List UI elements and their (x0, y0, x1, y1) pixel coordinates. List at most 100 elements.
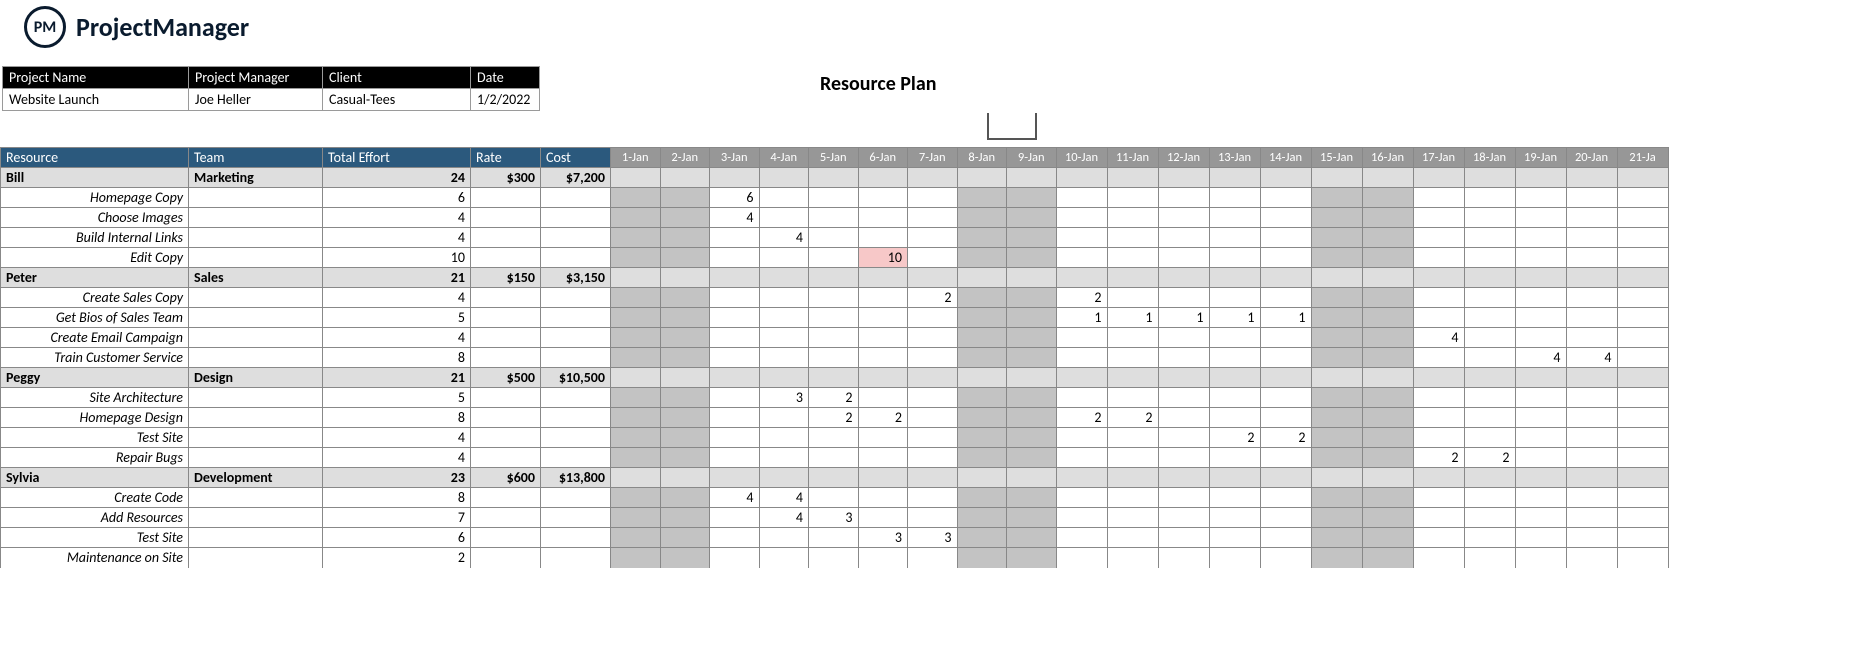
alloc-cell[interactable] (1515, 448, 1566, 468)
alloc-cell[interactable] (1413, 228, 1464, 248)
alloc-cell[interactable] (1056, 248, 1107, 268)
alloc-cell[interactable]: 1 (1107, 308, 1158, 328)
alloc-cell[interactable] (957, 388, 1007, 408)
alloc-cell[interactable] (1311, 468, 1362, 488)
alloc-cell[interactable] (858, 368, 908, 388)
alloc-cell[interactable] (1007, 268, 1057, 288)
alloc-cell[interactable] (858, 208, 908, 228)
alloc-cell[interactable] (908, 488, 958, 508)
alloc-cell[interactable] (1107, 328, 1158, 348)
alloc-cell[interactable] (858, 168, 908, 188)
task-name[interactable]: Create Email Campaign (1, 328, 189, 348)
alloc-cell[interactable] (611, 408, 661, 428)
alloc-cell[interactable] (759, 328, 809, 348)
alloc-cell[interactable] (1209, 468, 1260, 488)
alloc-cell[interactable] (1566, 428, 1617, 448)
alloc-cell[interactable] (957, 248, 1007, 268)
alloc-cell[interactable] (858, 488, 908, 508)
task-cost[interactable] (541, 328, 611, 348)
alloc-cell[interactable] (611, 268, 661, 288)
alloc-cell[interactable] (1413, 188, 1464, 208)
alloc-cell[interactable] (1311, 308, 1362, 328)
alloc-cell[interactable] (1007, 388, 1057, 408)
alloc-cell[interactable] (1007, 288, 1057, 308)
task-name[interactable]: Create Code (1, 488, 189, 508)
alloc-cell[interactable] (611, 248, 661, 268)
alloc-cell[interactable] (710, 268, 760, 288)
alloc-cell[interactable]: 1 (1056, 308, 1107, 328)
alloc-cell[interactable] (1209, 448, 1260, 468)
task-cost[interactable] (541, 388, 611, 408)
alloc-cell[interactable] (1311, 488, 1362, 508)
alloc-cell[interactable] (809, 488, 859, 508)
alloc-cell[interactable] (1007, 228, 1057, 248)
alloc-cell[interactable] (710, 468, 760, 488)
cost[interactable]: $10,500 (541, 368, 611, 388)
alloc-cell[interactable] (710, 228, 760, 248)
alloc-cell[interactable] (1260, 248, 1311, 268)
alloc-cell[interactable] (1158, 528, 1209, 548)
alloc-cell[interactable] (1107, 268, 1158, 288)
alloc-cell[interactable] (1158, 328, 1209, 348)
alloc-cell[interactable] (759, 348, 809, 368)
alloc-cell[interactable] (1311, 348, 1362, 368)
alloc-cell[interactable] (1007, 348, 1057, 368)
task-team[interactable] (189, 548, 323, 568)
alloc-cell[interactable] (1158, 228, 1209, 248)
alloc-cell[interactable] (1107, 228, 1158, 248)
alloc-cell[interactable] (957, 188, 1007, 208)
alloc-cell[interactable] (1617, 248, 1668, 268)
meta-value[interactable]: 1/2/2022 (471, 89, 540, 111)
alloc-cell[interactable] (1311, 208, 1362, 228)
alloc-cell[interactable] (1056, 508, 1107, 528)
alloc-cell[interactable] (1413, 408, 1464, 428)
task-rate[interactable] (471, 388, 541, 408)
alloc-cell[interactable] (660, 188, 710, 208)
rate[interactable]: $500 (471, 368, 541, 388)
alloc-cell[interactable] (1158, 548, 1209, 568)
alloc-cell[interactable] (1311, 368, 1362, 388)
alloc-cell[interactable] (1158, 288, 1209, 308)
alloc-cell[interactable] (1515, 428, 1566, 448)
alloc-cell[interactable]: 1 (1209, 308, 1260, 328)
alloc-cell[interactable] (759, 428, 809, 448)
alloc-cell[interactable] (1617, 188, 1668, 208)
alloc-cell[interactable] (809, 168, 859, 188)
alloc-cell[interactable] (660, 288, 710, 308)
task-cost[interactable] (541, 248, 611, 268)
alloc-cell[interactable] (1617, 488, 1668, 508)
alloc-cell[interactable] (1260, 508, 1311, 528)
alloc-cell[interactable] (1566, 488, 1617, 508)
alloc-cell[interactable] (660, 448, 710, 468)
alloc-cell[interactable] (710, 248, 760, 268)
alloc-cell[interactable] (1158, 268, 1209, 288)
alloc-cell[interactable]: 2 (1107, 408, 1158, 428)
team-name[interactable]: Development (189, 468, 323, 488)
alloc-cell[interactable] (1464, 428, 1515, 448)
alloc-cell[interactable]: 4 (759, 488, 809, 508)
alloc-cell[interactable] (809, 308, 859, 328)
alloc-cell[interactable] (1515, 508, 1566, 528)
alloc-cell[interactable] (710, 508, 760, 528)
alloc-cell[interactable] (1056, 548, 1107, 568)
alloc-cell[interactable] (1158, 448, 1209, 468)
alloc-cell[interactable] (1362, 468, 1413, 488)
alloc-cell[interactable] (908, 548, 958, 568)
alloc-cell[interactable] (1362, 548, 1413, 568)
alloc-cell[interactable] (611, 388, 661, 408)
task-rate[interactable] (471, 288, 541, 308)
alloc-cell[interactable] (1056, 388, 1107, 408)
alloc-cell[interactable] (1617, 508, 1668, 528)
task-rate[interactable] (471, 408, 541, 428)
task-name[interactable]: Train Customer Service (1, 348, 189, 368)
alloc-cell[interactable]: 6 (710, 188, 760, 208)
alloc-cell[interactable] (1464, 348, 1515, 368)
alloc-cell[interactable] (908, 388, 958, 408)
task-effort[interactable]: 10 (323, 248, 471, 268)
task-name[interactable]: Create Sales Copy (1, 288, 189, 308)
alloc-cell[interactable] (957, 328, 1007, 348)
alloc-cell[interactable] (957, 288, 1007, 308)
alloc-cell[interactable] (957, 548, 1007, 568)
alloc-cell[interactable] (1413, 508, 1464, 528)
alloc-cell[interactable] (1107, 468, 1158, 488)
